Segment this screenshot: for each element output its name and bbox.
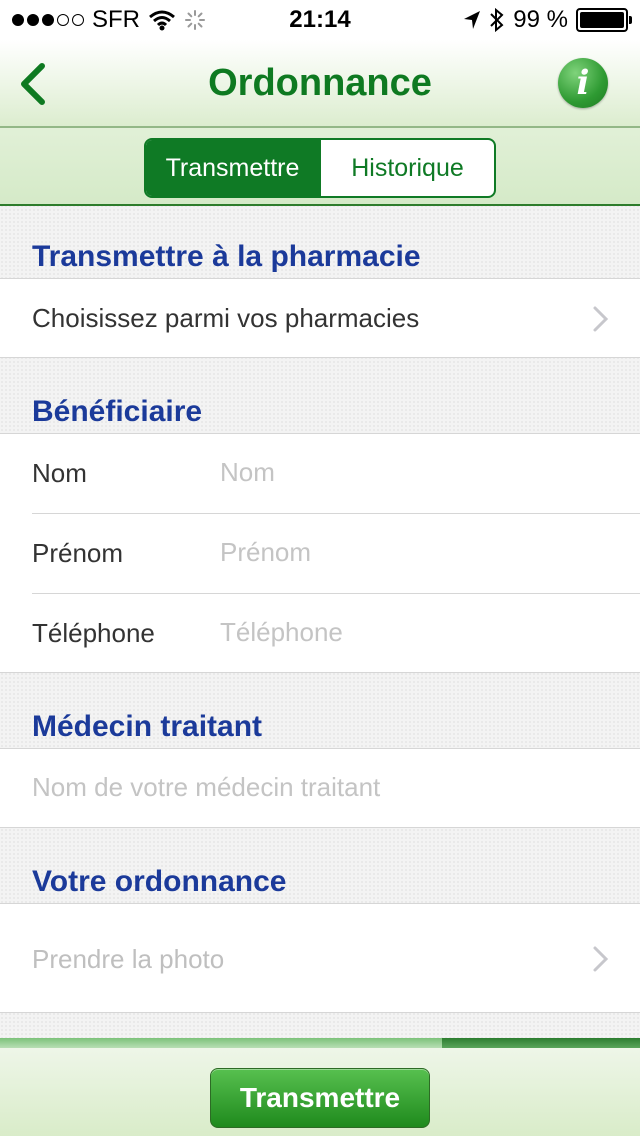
tab-historique[interactable]: Historique: [319, 140, 494, 196]
transmettre-button[interactable]: Transmettre: [210, 1068, 430, 1128]
battery-fill: [580, 12, 624, 28]
prenom-label: Prénom: [32, 538, 124, 568]
chevron-right-icon: [593, 306, 609, 332]
beneficiary-group: Nom Prénom Téléphone: [0, 433, 640, 673]
bottom-toolbar: Transmettre: [0, 1048, 640, 1136]
telephone-label: Téléphone: [32, 618, 155, 648]
carrier-name: SFR: [92, 6, 140, 33]
section-header-pharmacy: Transmettre à la pharmacie: [32, 240, 421, 273]
pharmacy-selector-row[interactable]: Choisissez parmi vos pharmacies: [0, 278, 640, 358]
doctor-name-input[interactable]: [32, 767, 612, 807]
pharmacy-selector-label: Choisissez parmi vos pharmacies: [32, 303, 420, 333]
progress-fill: [0, 1038, 442, 1048]
telephone-input[interactable]: [220, 612, 600, 652]
progress-bar: [0, 1038, 640, 1048]
battery-percentage: 99 %: [513, 6, 568, 33]
segment-bar: Transmettre Historique: [0, 128, 640, 206]
take-photo-row[interactable]: Prendre la photo: [0, 903, 640, 1013]
info-icon: i: [576, 63, 590, 103]
info-button[interactable]: i: [558, 58, 608, 108]
section-header-prescription: Votre ordonnance: [32, 865, 287, 898]
status-left: SFR: [12, 6, 206, 34]
navigation-bar: Ordonnance i: [0, 40, 640, 128]
section-header-beneficiary: Bénéficiaire: [32, 395, 203, 428]
divider: [32, 513, 640, 514]
status-right: 99 %: [463, 6, 632, 34]
chevron-right-icon: [593, 946, 609, 972]
segmented-control: Transmettre Historique: [144, 138, 496, 198]
signal-strength-icon: [12, 14, 84, 26]
page-title: Ordonnance: [208, 62, 432, 104]
location-arrow-icon: [464, 11, 481, 29]
take-photo-label: Prendre la photo: [32, 944, 225, 974]
activity-spinner-icon: [185, 10, 205, 30]
prenom-input[interactable]: [220, 532, 600, 572]
wifi-icon: [149, 10, 175, 31]
nom-input[interactable]: [220, 452, 600, 492]
divider: [32, 593, 640, 594]
battery-icon: [576, 8, 632, 32]
tab-transmettre[interactable]: Transmettre: [146, 140, 319, 196]
nom-label: Nom: [32, 458, 87, 488]
section-header-doctor: Médecin traitant: [32, 710, 263, 743]
doctor-row: [0, 748, 640, 828]
bluetooth-icon: [490, 8, 504, 32]
status-bar: SFR 21:14 99 %: [0, 0, 640, 40]
